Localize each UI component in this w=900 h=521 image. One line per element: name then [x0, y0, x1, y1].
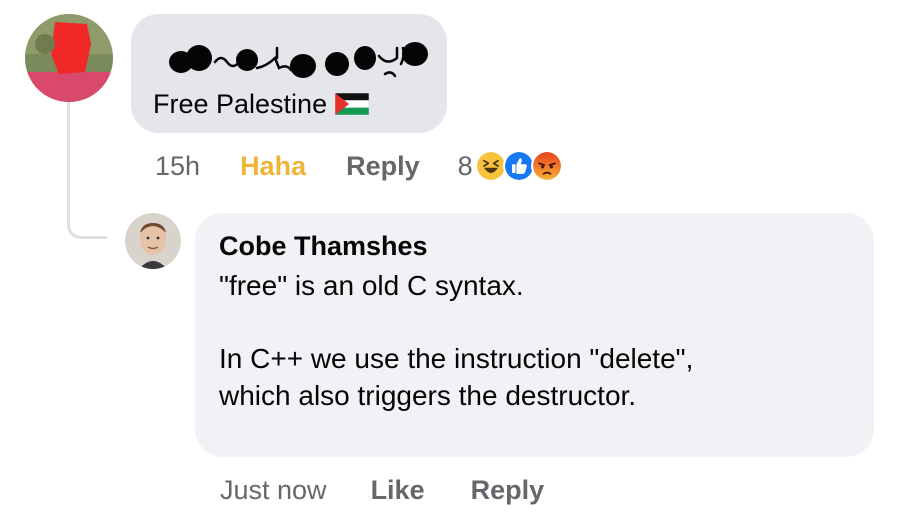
reaction-summary[interactable]: 8	[458, 150, 563, 182]
comment-text-line: "free" is an old C syntax.	[219, 270, 524, 301]
comment-text-line: In C++ we use the instruction "delete",	[219, 343, 694, 374]
comment-text-content: Free Palestine	[153, 89, 328, 119]
comment-actions: 15h Haha Reply 8	[155, 150, 563, 182]
comment-text-line: which also triggers the destructor.	[219, 380, 637, 411]
like-button[interactable]: Like	[371, 475, 425, 506]
haha-icon	[474, 150, 507, 182]
comment-actions: Just now Like Reply	[220, 474, 544, 506]
angry-icon	[530, 150, 563, 182]
haha-reaction-button[interactable]: Haha	[240, 151, 306, 182]
comment-timestamp[interactable]: 15h	[155, 151, 200, 182]
thread-connector-line	[67, 102, 107, 239]
comment-bubble: Free Palestine	[131, 14, 447, 133]
comment-text: Free Palestine	[153, 88, 425, 120]
reply-button[interactable]: Reply	[471, 475, 545, 506]
like-icon	[502, 150, 535, 182]
redacted-author-name	[169, 42, 428, 78]
comment-author-name[interactable]: Cobe Thamshes	[219, 229, 852, 263]
comment-bubble: Cobe Thamshes "free" is an old C syntax.…	[195, 213, 874, 457]
comment-text: "free" is an old C syntax. In C++ we use…	[219, 267, 852, 414]
avatar[interactable]	[25, 14, 113, 102]
reply-button[interactable]: Reply	[346, 151, 420, 182]
palestine-flag-icon	[335, 93, 370, 115]
avatar[interactable]	[125, 213, 181, 269]
avatar-image	[25, 14, 113, 102]
comment-timestamp[interactable]: Just now	[220, 475, 327, 506]
avatar-image	[125, 213, 181, 269]
reaction-count: 8	[457, 150, 473, 181]
